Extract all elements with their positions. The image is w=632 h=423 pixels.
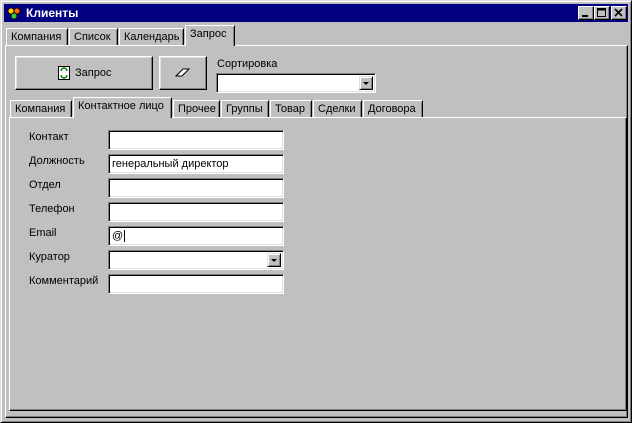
clients-window: Клиенты Компания Список Календарь Запрос… xyxy=(0,0,632,423)
phone-label: Телефон xyxy=(29,203,75,215)
query-button[interactable]: Запрос xyxy=(15,56,153,90)
tab-label: Контактное лицо xyxy=(78,100,164,112)
department-input[interactable] xyxy=(108,178,284,198)
tab-query[interactable]: Запрос xyxy=(185,25,235,46)
tab-label: Товар xyxy=(275,103,305,115)
sort-label: Сортировка xyxy=(217,58,278,70)
app-icon xyxy=(7,7,21,20)
subtab-contracts[interactable]: Договора xyxy=(363,100,423,118)
email-label: Email xyxy=(29,227,57,239)
tab-label: Компания xyxy=(15,103,66,115)
comment-label: Комментарий xyxy=(29,275,99,287)
curator-dropdown-button[interactable] xyxy=(267,253,281,267)
contact-input[interactable] xyxy=(108,130,284,150)
subtab-goods[interactable]: Товар xyxy=(270,100,312,118)
tab-label: Договора xyxy=(368,103,416,115)
close-button[interactable] xyxy=(611,6,627,20)
title-bar[interactable]: Клиенты xyxy=(4,4,628,22)
subtab-groups[interactable]: Группы xyxy=(221,100,269,118)
phone-input[interactable] xyxy=(108,202,284,222)
window-title: Клиенты xyxy=(26,6,79,20)
contact-person-panel xyxy=(9,117,627,411)
curator-label: Куратор xyxy=(29,251,70,263)
tab-label: Группы xyxy=(226,103,263,115)
tab-list[interactable]: Список xyxy=(69,28,118,46)
sort-dropdown-button[interactable] xyxy=(359,76,373,90)
comment-input[interactable] xyxy=(108,274,284,294)
tab-label: Компания xyxy=(11,31,62,43)
position-label: Должность xyxy=(29,155,85,167)
minimize-button[interactable] xyxy=(578,6,594,20)
refresh-document-icon xyxy=(58,66,70,80)
subtab-contact-person[interactable]: Контактное лицо xyxy=(73,97,172,118)
position-input[interactable]: генеральный директор xyxy=(108,154,284,174)
email-input[interactable]: @ xyxy=(108,226,284,246)
subtab-other[interactable]: Прочее xyxy=(173,100,220,118)
curator-select[interactable] xyxy=(108,250,284,270)
maximize-button[interactable] xyxy=(594,6,610,20)
eraser-icon xyxy=(175,68,191,77)
tab-calendar[interactable]: Календарь xyxy=(119,28,184,46)
tab-label: Сделки xyxy=(318,103,356,115)
department-label: Отдел xyxy=(29,179,61,191)
close-icon xyxy=(614,8,623,17)
email-value: @ xyxy=(112,230,126,242)
query-button-label: Запрос xyxy=(75,67,112,79)
contact-label: Контакт xyxy=(29,131,69,143)
minimize-icon xyxy=(582,15,588,17)
tab-label: Список xyxy=(74,31,111,43)
tab-company[interactable]: Компания xyxy=(6,28,68,46)
clear-button[interactable] xyxy=(159,56,207,90)
position-value: генеральный директор xyxy=(112,158,229,170)
maximize-icon xyxy=(597,8,606,17)
subtab-company[interactable]: Компания xyxy=(10,100,72,118)
subtab-deals[interactable]: Сделки xyxy=(313,100,362,118)
sort-select[interactable] xyxy=(216,73,376,93)
tab-label: Запрос xyxy=(190,28,227,40)
tab-label: Прочее xyxy=(178,103,216,115)
tab-label: Календарь xyxy=(124,31,180,43)
